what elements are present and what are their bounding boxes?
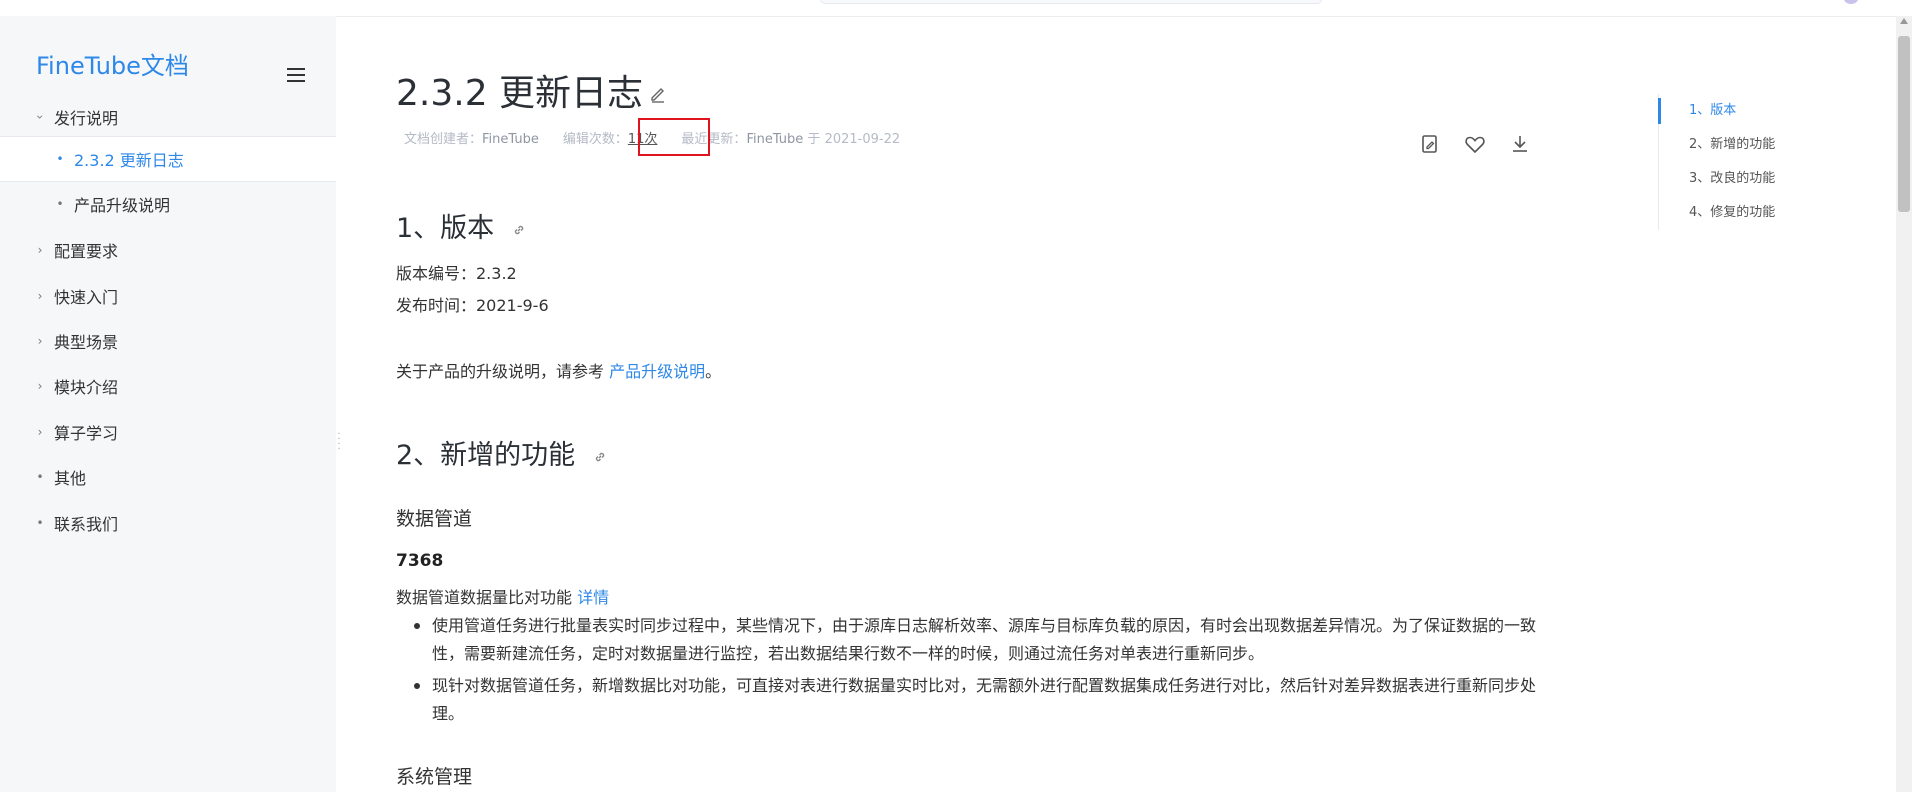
doc-actions: [1418, 132, 1553, 156]
sidebar-item-label: 算子学习: [54, 424, 119, 443]
updated-at-prefix: 于: [807, 132, 821, 147]
version-number: 版本编号：2.3.2: [396, 264, 517, 283]
feature-detail-link[interactable]: 详情: [577, 588, 609, 607]
section-title: 1、版本: [396, 213, 495, 244]
link-icon[interactable]: [511, 222, 527, 238]
sidebar-item-contact[interactable]: • 联系我们: [0, 501, 336, 545]
brand-logo[interactable]: FineTube文档: [36, 46, 189, 81]
bullet-icon: •: [36, 470, 44, 484]
subheading-data-pipeline: 数据管道: [396, 508, 473, 530]
sidebar-item-release-notes[interactable]: › 发行说明: [0, 95, 336, 139]
feature-id: 7368: [396, 551, 444, 571]
bullet-icon: •: [56, 197, 64, 211]
sidebar: FineTube文档 › 发行说明 • 2.3.2 更新日志 • 产品升级说明 …: [0, 16, 336, 792]
scrollbar-thumb[interactable]: [1898, 36, 1910, 212]
toc-item-fixed-features[interactable]: 4、修复的功能: [1659, 196, 1829, 230]
feature-bullet-list: 使用管道任务进行批量表实时同步过程中，某些情况下，由于源库日志解析效率、源库与目…: [396, 612, 1536, 732]
updated-label: 最近更新：: [681, 132, 747, 147]
bullet-icon: •: [56, 152, 64, 166]
sidebar-item-other[interactable]: • 其他: [0, 455, 336, 499]
top-bar: [0, 0, 1912, 17]
edit-count-label: 编辑次数：: [562, 132, 628, 147]
section-heading-version: 1、版本: [396, 206, 527, 245]
upgrade-prefix: 关于产品的升级说明，请参考: [396, 362, 605, 381]
chevron-right-icon: ›: [37, 289, 43, 303]
sidebar-resize-handle[interactable]: · · · ·: [336, 430, 342, 455]
search-input[interactable]: [820, 0, 1322, 4]
creator-name: FineTube: [482, 132, 539, 147]
sidebar-item-changelog[interactable]: • 2.3.2 更新日志: [0, 136, 336, 182]
bullet-icon: •: [36, 516, 44, 530]
list-item: 现针对数据管道任务，新增数据比对功能，可直接对表进行数据量实时比对，无需额外进行…: [396, 672, 1536, 728]
upgrade-note: 关于产品的升级说明，请参考 产品升级说明。: [396, 358, 721, 382]
sidebar-item-label: 模块介绍: [54, 378, 119, 397]
sidebar-item-requirements[interactable]: › 配置要求: [0, 228, 336, 272]
chevron-right-icon: ›: [37, 243, 43, 257]
sidebar-item-label: 产品升级说明: [74, 196, 171, 215]
link-icon[interactable]: [592, 449, 608, 465]
menu-icon[interactable]: [287, 68, 305, 82]
sidebar-item-label: 配置要求: [54, 242, 119, 261]
download-icon[interactable]: [1508, 132, 1532, 156]
sidebar-item-label: 其他: [54, 469, 87, 488]
pencil-icon[interactable]: [648, 84, 668, 104]
sidebar-item-label: 快速入门: [54, 288, 119, 307]
scroll-up-icon[interactable]: [1900, 18, 1908, 24]
upgrade-link[interactable]: 产品升级说明: [609, 362, 705, 381]
edit-count-link[interactable]: 11次: [628, 132, 658, 147]
sidebar-item-modules[interactable]: › 模块介绍: [0, 364, 336, 408]
list-item: 使用管道任务进行批量表实时同步过程中，某些情况下，由于源库日志解析效率、源库与目…: [396, 612, 1536, 668]
section-heading-new-features: 2、新增的功能: [396, 433, 608, 472]
toc-item-version[interactable]: 1、版本: [1658, 94, 1829, 128]
sidebar-item-label: 发行说明: [54, 109, 119, 128]
toc-item-improved-features[interactable]: 3、改良的功能: [1659, 162, 1829, 196]
feature-text: 数据管道数据量比对功能: [396, 588, 573, 607]
subheading-system-management: 系统管理: [396, 766, 473, 788]
page-scrollbar[interactable]: [1896, 16, 1912, 792]
chevron-right-icon: ›: [37, 379, 43, 393]
upgrade-suffix: 。: [705, 362, 722, 381]
heart-icon[interactable]: [1463, 132, 1487, 156]
toc-item-new-features[interactable]: 2、新增的功能: [1659, 128, 1829, 162]
sidebar-item-label: 典型场景: [54, 333, 119, 352]
sidebar-item-operators[interactable]: › 算子学习: [0, 410, 336, 454]
updated-by: FineTube: [746, 132, 804, 147]
sidebar-item-upgrade[interactable]: • 产品升级说明: [0, 182, 336, 226]
sidebar-item-quickstart[interactable]: › 快速入门: [0, 274, 336, 318]
sidebar-item-label: 2.3.2 更新日志: [74, 151, 184, 170]
chevron-down-icon: ›: [33, 114, 47, 120]
sidebar-item-scenarios[interactable]: › 典型场景: [0, 319, 336, 363]
feature-summary: 数据管道数据量比对功能 详情: [396, 584, 609, 608]
release-date: 发布时间：2021-9-6: [396, 296, 549, 315]
updated-at: 2021-09-22: [824, 132, 901, 147]
page-title: 2.3.2 更新日志: [396, 73, 644, 114]
copy-doc-icon[interactable]: [1418, 132, 1442, 156]
avatar[interactable]: [1844, 0, 1858, 4]
chevron-right-icon: ›: [37, 334, 43, 348]
doc-meta: 文档创建者：FineTube 编辑次数：11次 最近更新：FineTube 于 20…: [404, 128, 900, 147]
table-of-contents: 1、版本 2、新增的功能 3、改良的功能 4、修复的功能: [1658, 94, 1829, 230]
section-title: 2、新增的功能: [396, 440, 576, 471]
sidebar-item-label: 联系我们: [54, 515, 119, 534]
creator-label: 文档创建者：: [404, 132, 483, 147]
chevron-right-icon: ›: [37, 425, 43, 439]
